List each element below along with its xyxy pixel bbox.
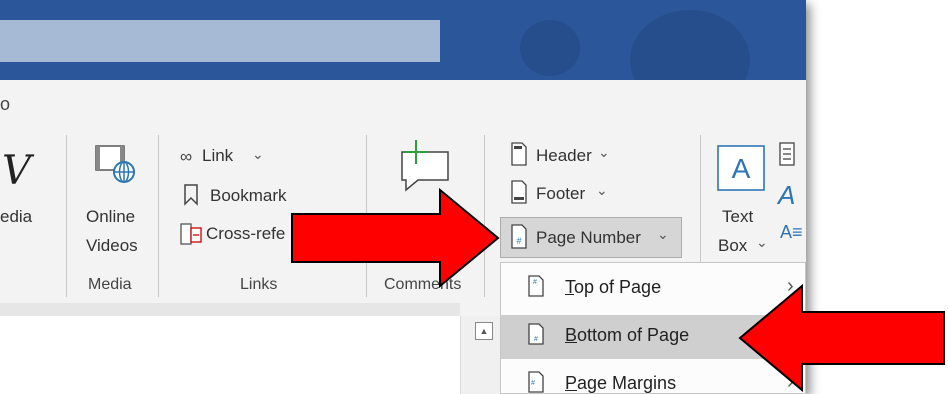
title-bar [0,0,806,110]
cross-reference-button-label[interactable]: Cross-refe [206,224,285,244]
text-box-icon[interactable]: A [716,144,766,192]
link-icon: ∞ [180,147,193,166]
document-page[interactable] [0,316,460,394]
ruler [0,303,460,316]
chevron-down-icon[interactable]: ⌄ [756,234,768,251]
page-number-button-label: Page Number [536,228,641,247]
online-videos-label-line2[interactable]: Videos [86,236,138,256]
decorative-shape [520,20,580,76]
text-box-label-line1[interactable]: Text [722,207,753,227]
media-group-label: Media [88,276,132,293]
menu-item-label: Top of Page [565,277,662,297]
chevron-down-icon[interactable]: ⌄ [252,146,264,163]
page-number-icon: # [511,224,527,249]
media-partial-label[interactable]: edia [0,207,32,227]
ribbon-tab-fragment[interactable]: o [0,94,10,115]
svg-text:#: # [533,279,537,286]
page-margins-icon: # [528,371,544,393]
menu-item-label: Bottom of Page [565,325,690,345]
media-icon-fragment: V [2,148,31,194]
footer-button-label[interactable]: Footer [536,184,585,204]
annotation-arrow-page-number [291,188,500,288]
header-icon [511,142,527,166]
header-button-label[interactable]: Header [536,146,592,166]
menu-item-label: Page Margins [565,373,677,393]
svg-text:A: A [732,153,751,184]
links-group-label: Links [240,276,278,293]
annotation-arrow-bottom-of-page [738,284,945,392]
search-box[interactable] [0,20,440,62]
svg-text:#: # [531,380,535,387]
wordart-icon[interactable]: A [778,180,795,211]
online-videos-icon [95,145,135,183]
scroll-up-arrow-icon[interactable]: ▲ [475,322,493,340]
text-box-label-line2[interactable]: Box [718,236,747,256]
chevron-down-icon: ⌄ [657,226,669,242]
group-separator [66,135,67,297]
link-button-label[interactable]: Link [202,146,233,166]
online-videos-label-line1[interactable]: Online [86,207,135,227]
svg-text:#: # [516,236,521,246]
drop-cap-icon[interactable]: A≡ [780,222,803,243]
chevron-down-icon[interactable]: ⌄ [596,182,608,199]
bookmark-icon [184,184,198,206]
group-separator [158,135,159,297]
cross-reference-icon [180,223,202,245]
footer-icon [511,180,527,204]
chevron-down-icon[interactable]: ⌄ [598,144,610,161]
bottom-of-page-icon: # [528,323,544,345]
bookmark-button-label[interactable]: Bookmark [210,186,287,206]
quick-parts-icon[interactable] [778,142,796,166]
top-of-page-icon: # [528,275,544,297]
svg-text:#: # [534,336,538,343]
new-comment-icon[interactable] [396,140,452,192]
